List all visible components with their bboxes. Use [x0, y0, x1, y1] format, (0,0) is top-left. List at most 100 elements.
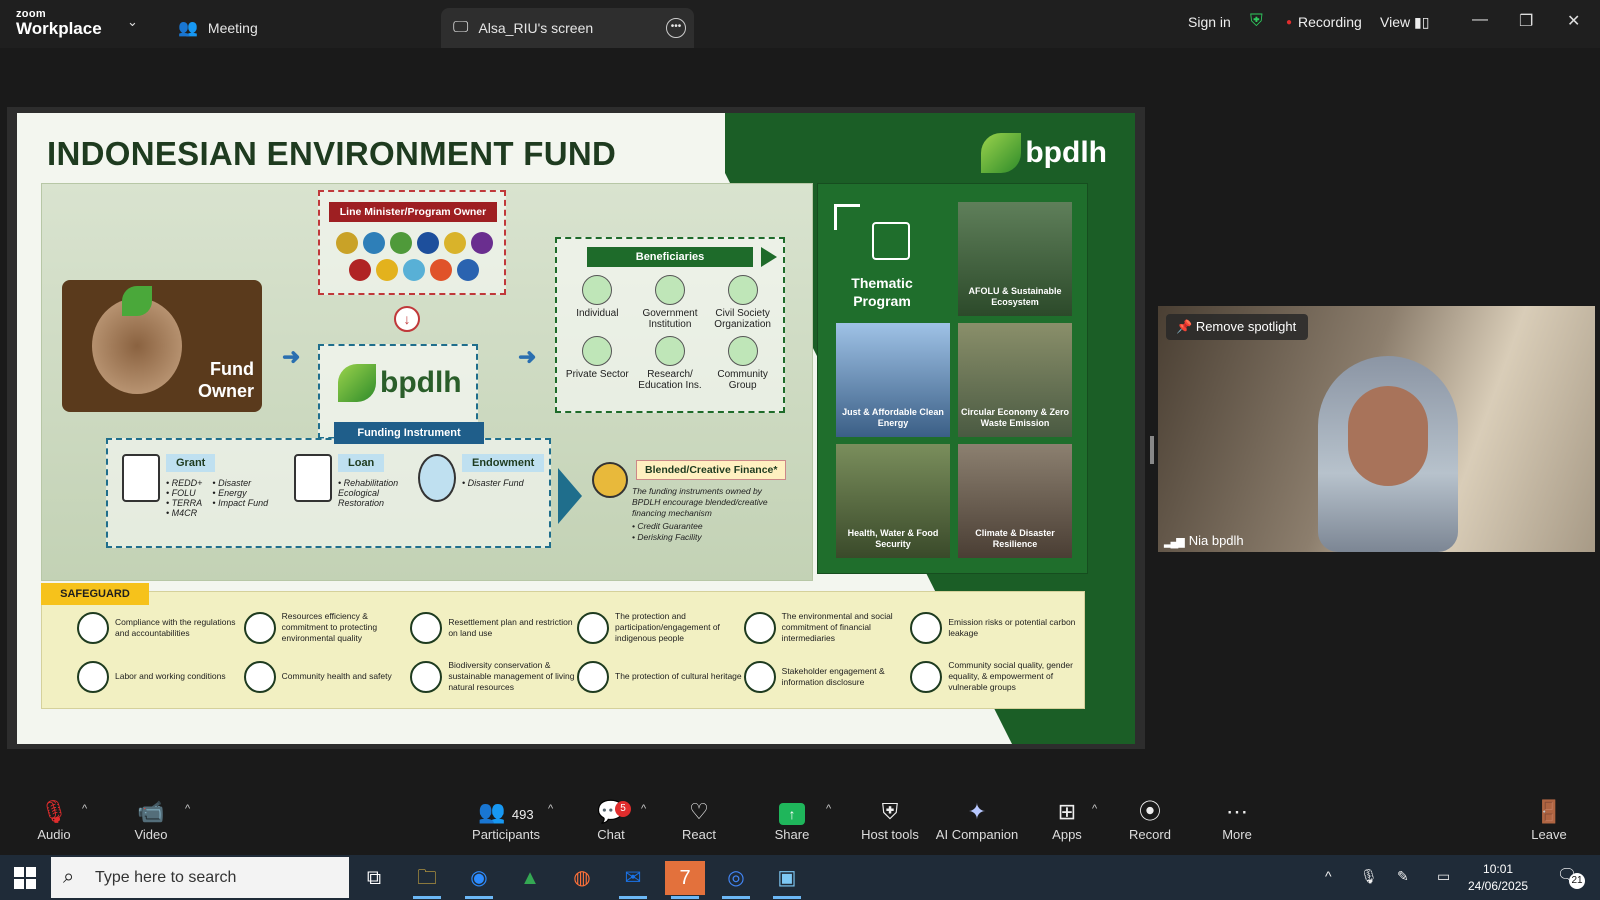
host-tools-button[interactable]: ⛨ Host tools: [845, 797, 935, 842]
safeguard-text: Stakeholder engagement & information dis…: [781, 665, 885, 687]
display-icon[interactable]: ▭: [1437, 868, 1450, 885]
microphone-icon[interactable]: 🎙: [1360, 868, 1378, 885]
ministry-emblem-icon: [443, 232, 466, 254]
beneficiary-government: Government Institution: [634, 275, 707, 330]
teams-badge: 7: [679, 867, 691, 889]
safeguard-text: The environmental and social commitment …: [781, 611, 893, 643]
chevron-up-icon[interactable]: ^: [826, 803, 831, 815]
share-label: Share: [774, 827, 810, 842]
chevron-up-icon[interactable]: ^: [185, 803, 190, 815]
task-view-icon[interactable]: ⧉: [354, 861, 394, 895]
tab-shared-screen[interactable]: 🖵 Alsa_RIU's screen •••: [441, 8, 694, 48]
minimize-icon[interactable]: —: [1472, 11, 1488, 29]
chevron-up-icon[interactable]: ^: [82, 803, 87, 815]
ministry-emblem-icon: [430, 259, 452, 281]
clock-time: 10:01: [1483, 862, 1514, 876]
close-icon[interactable]: ✕: [1567, 11, 1580, 31]
windows-taskbar: ⌕ Type here to search ⧉ 🗀 ◉ ▲ ◍ ✉ 7 ◎ ▣ …: [0, 855, 1600, 900]
garuda-emblem-icon: [335, 232, 358, 254]
safeguard-text: The protection of cultural heritage: [615, 671, 742, 681]
triangle-arrow-icon: [558, 468, 582, 524]
sprout-icon: [122, 286, 152, 316]
react-button[interactable]: ♡ React: [659, 797, 739, 842]
safeguard-item: The protection of cultural heritage: [577, 660, 744, 693]
beneficiary-label: Private Sector: [565, 369, 629, 380]
view-layout-icon[interactable]: ▮▯: [1414, 14, 1429, 31]
loan-document-icon: [294, 454, 332, 502]
tray-chevron-up-icon[interactable]: ^: [1325, 868, 1332, 884]
recording-indicator[interactable]: Recording: [1298, 14, 1362, 30]
chevron-down-icon[interactable]: ⌄: [127, 14, 138, 30]
shield-check-icon[interactable]: ⛨: [1250, 11, 1263, 31]
panel-resize-handle[interactable]: [1150, 436, 1154, 464]
leave-icon: 🚪: [1535, 799, 1563, 824]
notification-icon[interactable]: 🗨 21: [1557, 865, 1585, 889]
google-drive-icon[interactable]: ▲: [510, 861, 550, 895]
chevron-up-icon[interactable]: ^: [548, 803, 553, 815]
photos-icon[interactable]: ▣: [767, 861, 807, 899]
zoom-workplace-logo[interactable]: zoom Workplace: [16, 9, 102, 38]
grant-document-icon: [122, 454, 160, 502]
target-icon: [872, 222, 910, 260]
windows-start-icon[interactable]: [14, 867, 36, 889]
instrument-loan: Loan • Rehabilitation Ecological Restora…: [294, 454, 414, 508]
instrument-loan-name: Loan: [338, 454, 385, 472]
fund-structure-diagram: Fund Owner ➜ Line Minister/Program Owner…: [41, 183, 813, 581]
tab-meeting[interactable]: 👥 Meeting: [178, 8, 258, 48]
react-label: React: [682, 827, 716, 842]
video-button[interactable]: 📹 Video: [111, 797, 191, 842]
blended-finance: Blended/Creative Finance* The funding in…: [592, 460, 788, 543]
more-options-icon[interactable]: •••: [666, 18, 686, 38]
compliance-icon: [77, 611, 109, 644]
participants-button[interactable]: 👥 493 Participants: [456, 797, 556, 842]
tile-food-security: Health, Water & Food Security: [836, 444, 950, 558]
chat-button[interactable]: 💬 5 Chat: [571, 797, 651, 842]
view-button[interactable]: View: [1380, 14, 1410, 30]
remove-spotlight-button[interactable]: 📌 Remove spotlight: [1166, 314, 1309, 340]
stakeholder-network-icon: [743, 660, 776, 693]
firefox-icon[interactable]: ◍: [562, 861, 602, 895]
safeguard-text: The protection and participation/engagem…: [615, 611, 720, 643]
pin-icon: 📌: [1176, 319, 1196, 334]
instrument-grant: Grant • REDD+ • FOLU • TERRA • M4CR • Di…: [122, 454, 272, 518]
outlook-icon[interactable]: ✉: [613, 861, 653, 899]
thematic-program-title: Thematic Program: [851, 275, 913, 309]
zoom-app-icon[interactable]: ◉: [459, 861, 499, 899]
share-button[interactable]: ↑ Share: [752, 797, 832, 842]
funding-instrument-box: Grant • REDD+ • FOLU • TERRA • M4CR • Di…: [106, 438, 551, 548]
chevron-up-icon[interactable]: ^: [641, 803, 646, 815]
chevron-up-icon[interactable]: ^: [1092, 803, 1097, 815]
taskbar-clock[interactable]: 10:01 24/06/2025: [1468, 861, 1528, 895]
taskbar-search-input[interactable]: ⌕ Type here to search: [51, 857, 349, 898]
beneficiary-community: Community Group: [706, 336, 779, 391]
file-explorer-icon[interactable]: 🗀: [407, 861, 447, 899]
meeting-toolbar: 🎙 Audio ^ 📹 Video ^ 👥 493 Participants ^ 💬 5…: [0, 791, 1600, 855]
individual-icon: [582, 275, 613, 305]
government-building-icon: [654, 275, 685, 305]
research-icon: [654, 336, 685, 366]
tile-climate-resilience: Climate & Disaster Resilience: [958, 444, 1072, 558]
community-group-icon: [910, 660, 943, 693]
restore-icon[interactable]: ❐: [1519, 11, 1533, 31]
loan-list: • Rehabilitation Ecological Restoration: [338, 478, 399, 508]
tile-circular-economy: Circular Economy & Zero Waste Emission: [958, 323, 1072, 437]
no-emission-icon: [910, 611, 943, 644]
leave-button[interactable]: 🚪 Leave: [1509, 797, 1589, 842]
more-button[interactable]: ⋯ More: [1197, 797, 1277, 842]
pen-icon[interactable]: ✎: [1397, 868, 1409, 885]
participants-icon: 👥 493: [478, 799, 534, 824]
tab-meeting-label: Meeting: [207, 20, 258, 36]
play-arrow-icon: [761, 247, 777, 267]
teams-icon[interactable]: 7: [665, 861, 705, 899]
safeguard-text: Resources efficiency & commitment to pro…: [281, 611, 378, 643]
participant-video-tile[interactable]: 📌 Remove spotlight ▂▄▆ Nia bpdlh: [1158, 306, 1595, 552]
bracket-icon: [834, 204, 860, 230]
chat-unread-badge: 5: [615, 801, 631, 817]
chrome-icon[interactable]: ◎: [716, 861, 756, 899]
arrow-right-icon: ➜: [518, 344, 537, 369]
record-button[interactable]: ⦿ Record: [1110, 797, 1190, 842]
sign-in-button[interactable]: Sign in: [1188, 14, 1231, 30]
search-icon: ⌕: [63, 866, 75, 888]
ai-companion-button[interactable]: ✦ AI Companion: [930, 797, 1024, 842]
bpdlh-logo-top: bpdlh: [981, 133, 1107, 173]
